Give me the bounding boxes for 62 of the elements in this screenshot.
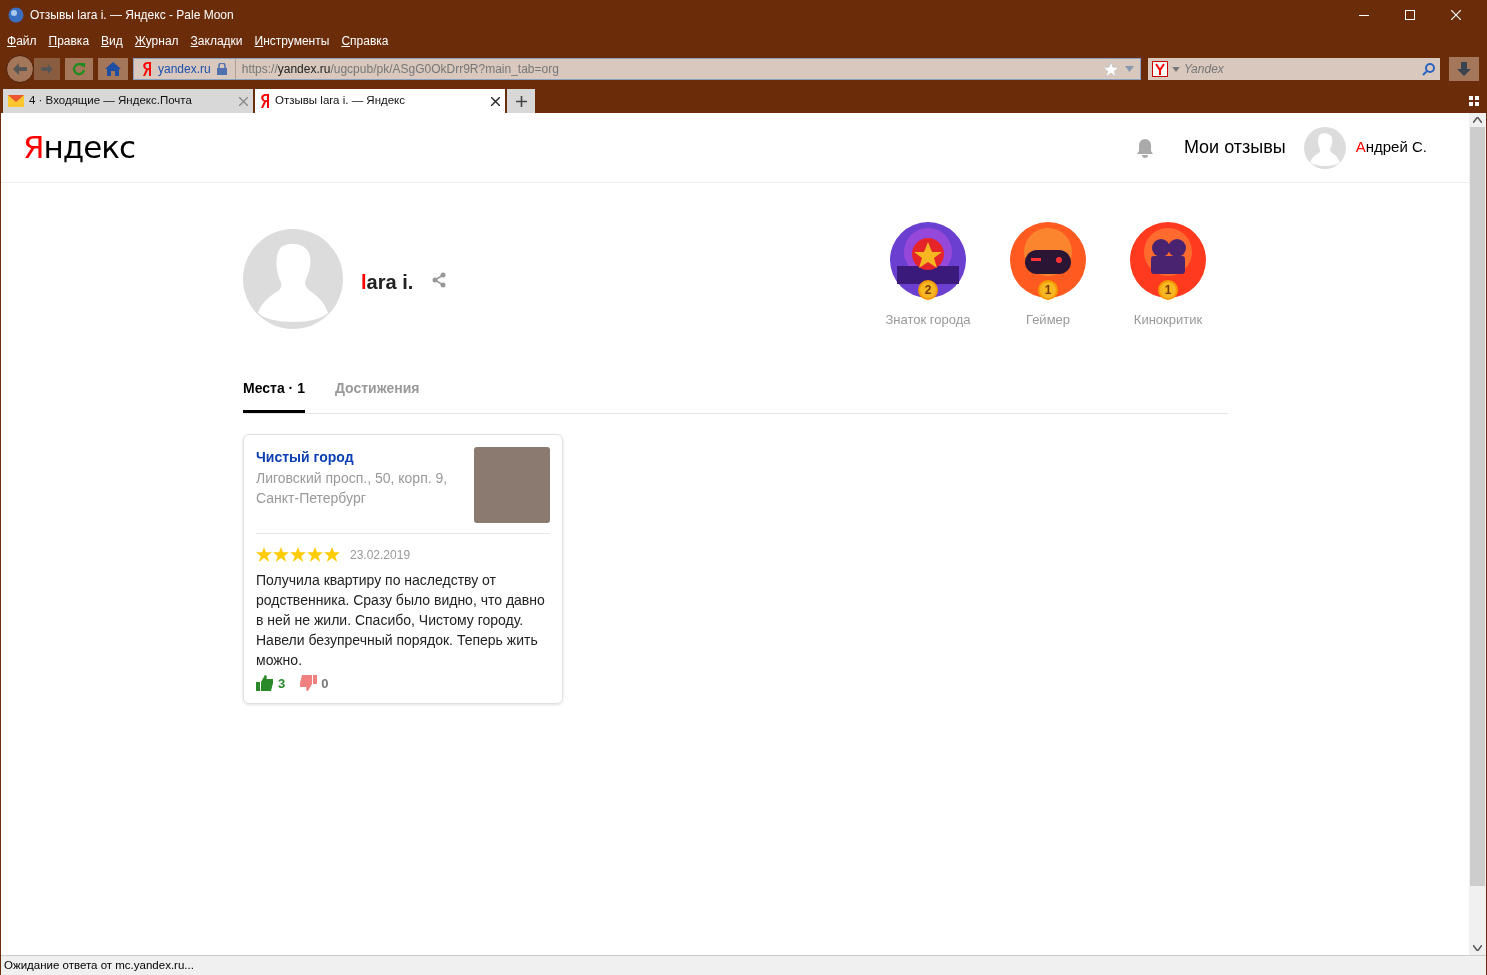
dropdown-icon[interactable] <box>1125 66 1134 72</box>
org-link[interactable]: Чистый город <box>256 446 466 468</box>
search-field[interactable]: Yandex <box>1148 58 1440 80</box>
search-icon[interactable] <box>1422 62 1436 76</box>
status-text: Ожидание ответа от mc.yandex.ru... <box>4 957 194 973</box>
bookmark-star-icon[interactable] <box>1103 61 1119 77</box>
ya-logo-icon <box>260 93 270 109</box>
reload-icon <box>72 62 86 76</box>
minimize-icon <box>1359 14 1369 16</box>
star-icon <box>307 547 323 562</box>
star-icon <box>290 547 306 562</box>
new-tab-button[interactable] <box>507 89 535 113</box>
search-input[interactable]: Yandex <box>1184 60 1418 78</box>
tab-title: 4 · Входящие — Яндекс.Почта <box>29 93 193 109</box>
scroll-up-icon[interactable] <box>1473 117 1482 123</box>
yandex-logo: Яндекс <box>23 128 136 168</box>
url-field[interactable]: yandex.ru https://yandex.ru/ugcpub/pk/ASgG0OkDrr9R?main_tab=org <box>133 58 1141 80</box>
thumbs-down-icon <box>299 675 318 692</box>
user-name: Андрей С. <box>1355 137 1427 158</box>
profile-name: lara i. <box>361 270 414 295</box>
close-tab-icon[interactable] <box>491 96 500 106</box>
org-address: Лиговский просп., 50, корп. 9, Санкт-Петербург <box>256 468 449 508</box>
achievement-label: Знаток города <box>885 311 971 329</box>
dislike-button[interactable]: 0 <box>299 673 329 693</box>
scroll-down-icon[interactable] <box>1473 945 1482 951</box>
share-icon[interactable] <box>431 272 448 288</box>
like-button[interactable]: 3 <box>256 673 286 693</box>
download-arrow-icon <box>1457 62 1471 76</box>
grid-icon[interactable] <box>1469 96 1479 106</box>
browser-tab[interactable]: 4 · Входящие — Яндекс.Почта <box>3 89 253 113</box>
scrollbar[interactable] <box>1469 113 1486 955</box>
forward-arrow-icon <box>41 64 53 74</box>
review-date: 23.02.2019 <box>350 546 411 564</box>
browser-tab[interactable]: Отзывы lara i. — Яндекс <box>255 89 505 113</box>
lock-icon <box>216 63 227 75</box>
home-icon <box>105 62 121 76</box>
back-button[interactable] <box>6 55 34 83</box>
close-icon <box>1451 10 1461 20</box>
achievement-label: Геймер <box>1025 311 1071 329</box>
window-title: Отзывы lara i. — Яндекс - Pale Moon <box>30 7 234 24</box>
thumbs-up-icon <box>256 675 274 692</box>
content-tab[interactable]: Места · 1 <box>243 377 305 413</box>
back-arrow-icon <box>13 63 27 75</box>
url-text: https://yandex.ru/ugcpub/pk/ASgG0OkDrr9R?main_tab=org <box>241 61 559 78</box>
plus-icon <box>515 95 527 107</box>
star-icon <box>273 547 289 562</box>
envelope-icon <box>8 95 24 107</box>
home-button[interactable] <box>98 58 128 80</box>
tab-title: Отзывы lara i. — Яндекс <box>275 93 406 109</box>
globe-icon <box>8 7 24 23</box>
achievement-label: Кинокритик <box>1133 311 1203 329</box>
scroll-thumb[interactable] <box>1470 127 1485 886</box>
site-identity[interactable]: yandex.ru <box>134 59 236 79</box>
my-reviews-link[interactable]: Мои отзывы <box>1183 134 1286 161</box>
user-avatar <box>1303 126 1346 169</box>
star-icon <box>324 547 340 562</box>
search-engine-icon[interactable] <box>1152 61 1168 77</box>
download-button[interactable] <box>1449 57 1479 81</box>
review-text: Получила квартиру по наследству от родственника. Сразу было видно, что давно в ней не жили. Спасибо, Чистому городу. Навели безупречный порядок. Теперь жить можно. <box>256 570 546 670</box>
ya-logo-icon <box>142 61 152 77</box>
dropdown-icon[interactable] <box>1172 66 1180 72</box>
star-icon <box>256 547 272 562</box>
